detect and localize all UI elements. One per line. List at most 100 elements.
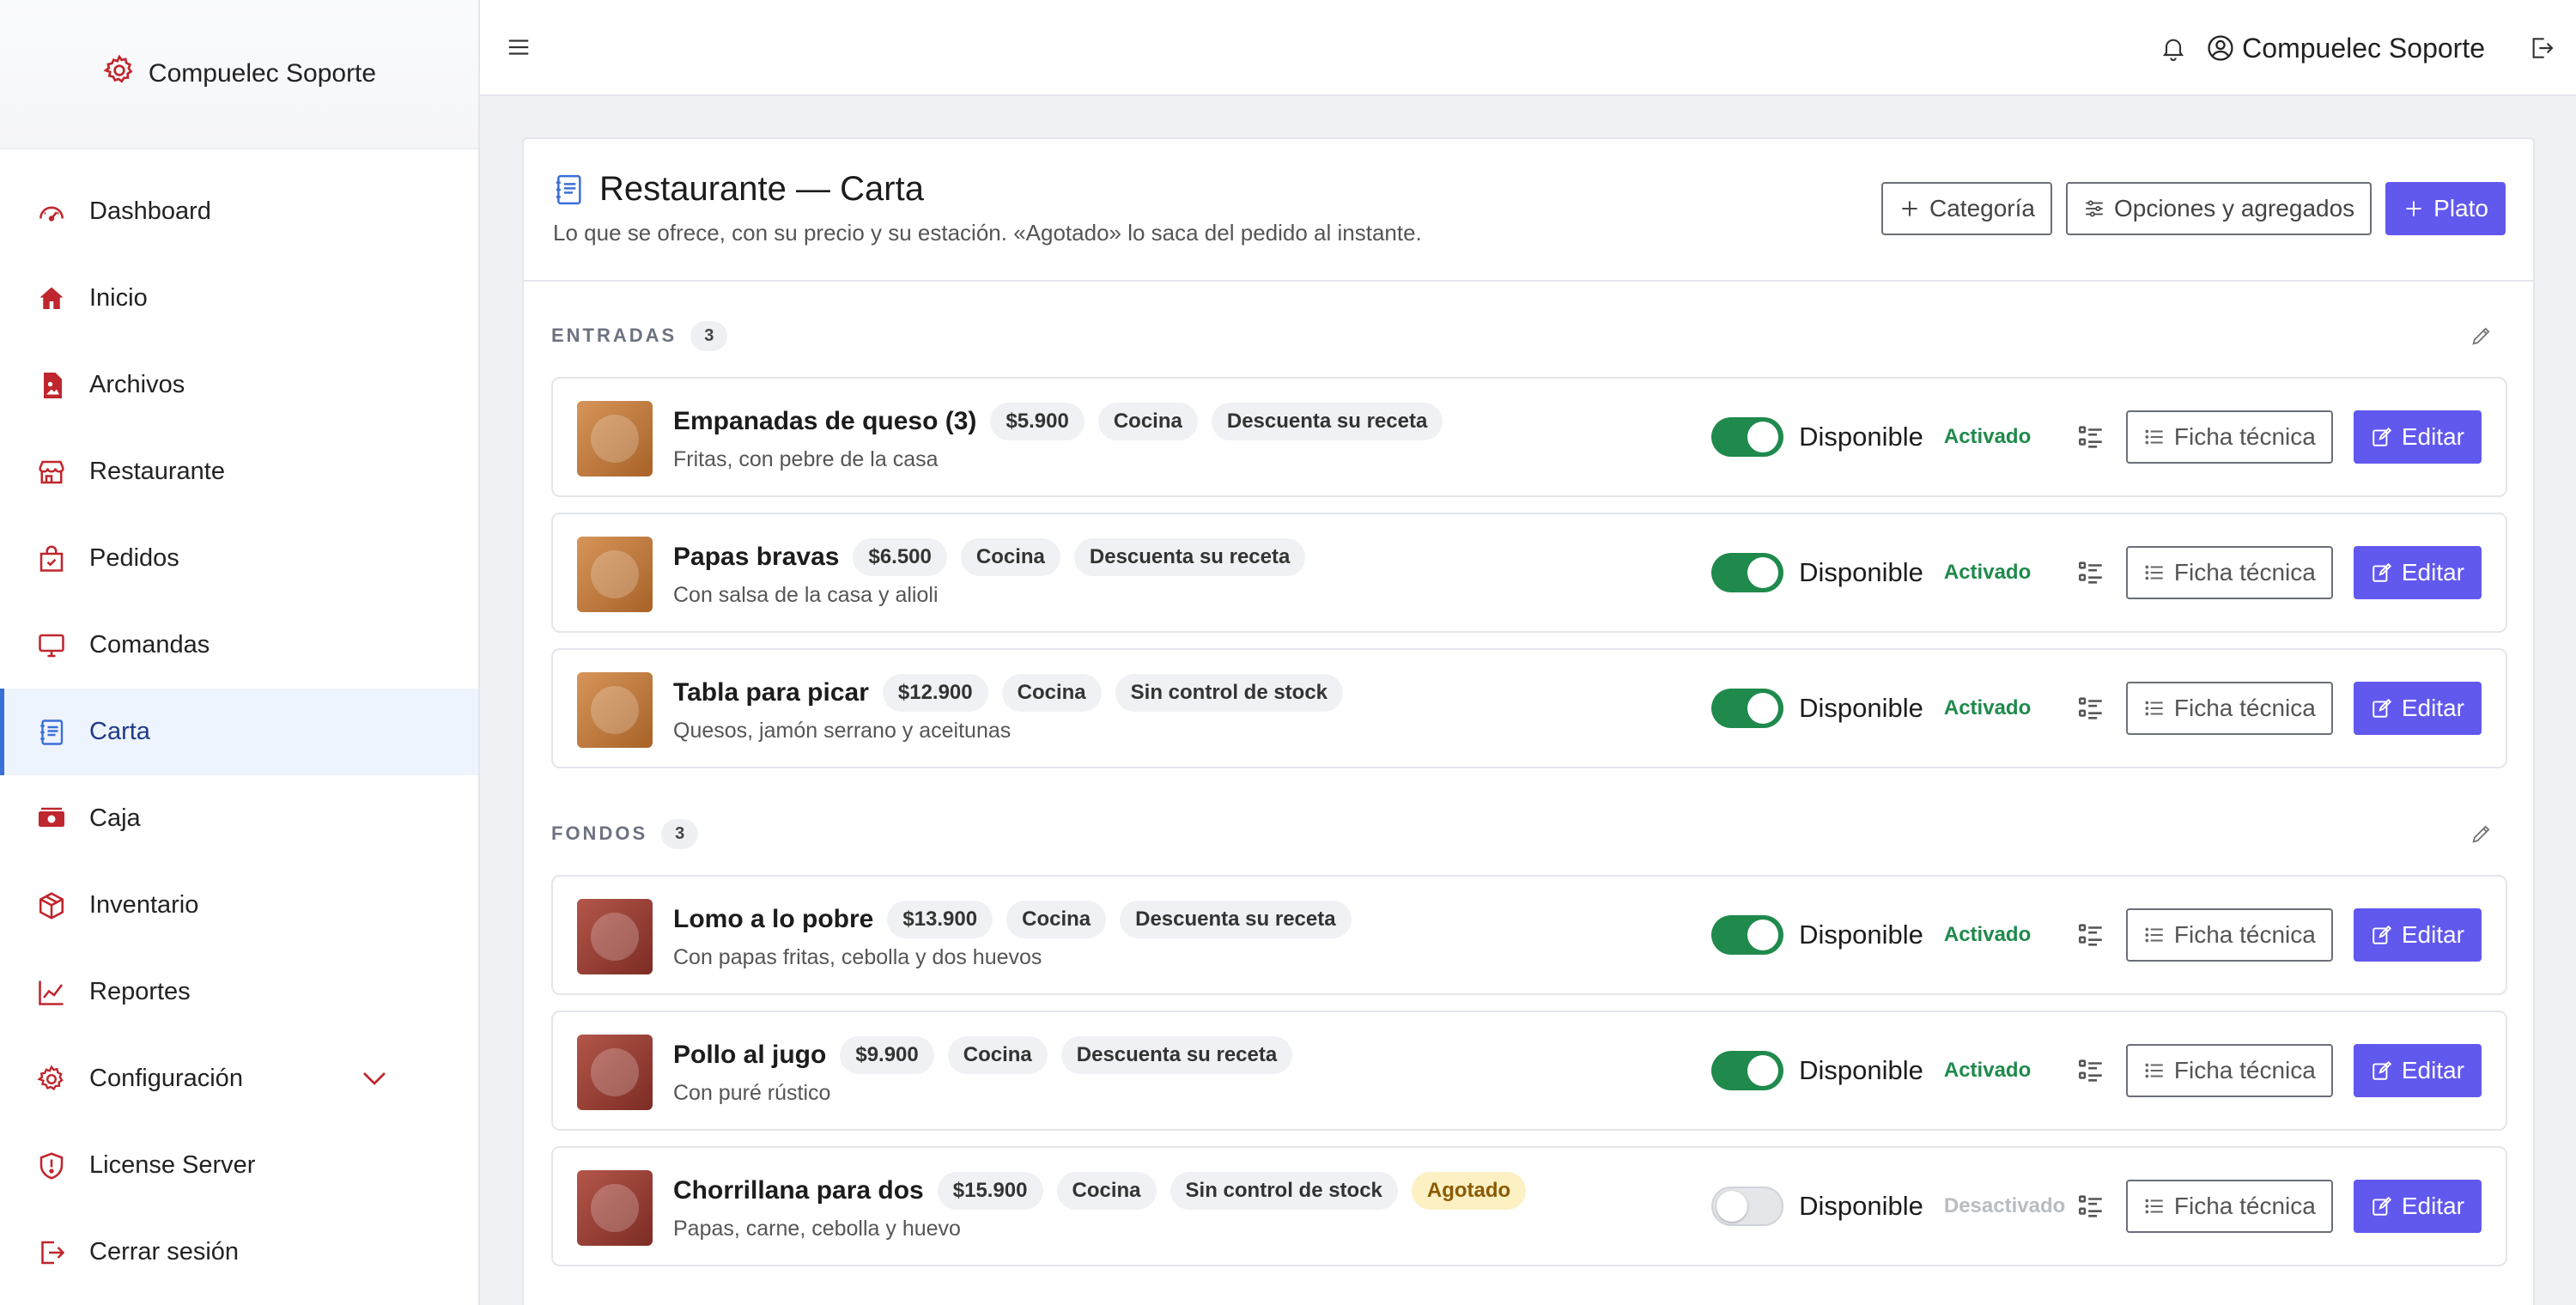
availability-toggle[interactable] bbox=[1711, 689, 1784, 728]
sidebar-item-comandas[interactable]: Comandas bbox=[0, 602, 478, 689]
edit-icon bbox=[2372, 1196, 2391, 1216]
sidebar-item-dashboard[interactable]: Dashboard bbox=[0, 168, 478, 255]
user-menu[interactable]: Compuelec Soporte bbox=[2206, 33, 2485, 64]
sidebar-item-restaurante[interactable]: Restaurante bbox=[0, 428, 478, 515]
house-icon bbox=[34, 282, 69, 316]
sidebar-item-archivos[interactable]: Archivos bbox=[0, 342, 478, 428]
options-addons-button[interactable]: Opciones y agregados bbox=[2065, 182, 2372, 235]
sidebar-item-caja[interactable]: Caja bbox=[0, 775, 478, 862]
dish-thumbnail bbox=[577, 401, 653, 476]
sidebar-item-configuracion[interactable]: Configuración bbox=[0, 1035, 478, 1122]
user-circle-icon bbox=[2208, 35, 2233, 61]
sidebar-item-pedidos[interactable]: Pedidos bbox=[0, 515, 478, 602]
tech-sheet-button[interactable]: Ficha técnica bbox=[2125, 546, 2333, 599]
status-text: Activado bbox=[1943, 425, 2032, 448]
edit-button[interactable]: Editar bbox=[2353, 1180, 2482, 1233]
availability-label: Disponible bbox=[1799, 693, 1923, 723]
sidebar-nav: Dashboard Inicio Archivos Restaurante Pe… bbox=[0, 168, 478, 1296]
section-count-badge: 3 bbox=[661, 818, 699, 849]
availability-toggle[interactable] bbox=[1711, 915, 1784, 955]
availability-label: Disponible bbox=[1799, 1191, 1923, 1221]
sidebar-item-carta[interactable]: Carta bbox=[0, 689, 478, 775]
dish-row: Empanadas de queso (3) $5.900 Cocina Des… bbox=[551, 377, 2507, 497]
edit-icon bbox=[2372, 1060, 2391, 1080]
stock-badge: Sin control de stock bbox=[1115, 674, 1344, 712]
price-badge: $15.900 bbox=[937, 1172, 1043, 1210]
tech-sheet-button[interactable]: Ficha técnica bbox=[2125, 1180, 2333, 1233]
station-badge: Cocina bbox=[1001, 674, 1102, 712]
chevron-down-icon[interactable] bbox=[359, 1063, 390, 1094]
brand[interactable]: Compuelec Soporte bbox=[0, 0, 478, 149]
pencil-icon[interactable] bbox=[2470, 324, 2494, 348]
add-category-button[interactable]: Categoría bbox=[1881, 182, 2052, 235]
status-text: Activado bbox=[1943, 923, 2032, 946]
dish-name: Pollo al jugo bbox=[673, 1041, 827, 1069]
availability-label: Disponible bbox=[1799, 557, 1923, 587]
dish-row: Chorrillana para dos $15.900 Cocina Sin … bbox=[551, 1146, 2507, 1266]
stock-badge: Descuenta su receta bbox=[1073, 538, 1306, 576]
sidebar-item-license-server[interactable]: License Server bbox=[0, 1122, 478, 1209]
edit-button[interactable]: Editar bbox=[2353, 1044, 2482, 1097]
logout-icon[interactable] bbox=[2526, 33, 2557, 64]
availability-toggle[interactable] bbox=[1711, 1187, 1784, 1226]
logout-icon bbox=[34, 1235, 69, 1270]
price-badge: $9.900 bbox=[840, 1036, 934, 1074]
sidebar-item-cerrar-sesion[interactable]: Cerrar sesión bbox=[0, 1209, 478, 1296]
image-file-icon bbox=[34, 368, 69, 403]
sidebar: Compuelec Soporte Dashboard Inicio Archi… bbox=[0, 0, 480, 1305]
add-dish-button[interactable]: Plato bbox=[2385, 182, 2506, 235]
box-icon bbox=[34, 889, 69, 923]
edit-icon bbox=[2372, 562, 2391, 582]
tech-sheet-button[interactable]: Ficha técnica bbox=[2125, 410, 2333, 464]
sidebar-item-label: Configuración bbox=[89, 1065, 243, 1092]
hamburger-menu-icon[interactable] bbox=[506, 34, 532, 60]
dish-thumbnail bbox=[577, 672, 653, 748]
dish-description: Con papas fritas, cebolla y dos huevos bbox=[673, 945, 1042, 969]
gear-icon bbox=[34, 1062, 69, 1096]
edit-button[interactable]: Editar bbox=[2353, 908, 2482, 962]
plus-icon bbox=[1902, 201, 1917, 216]
pencil-icon[interactable] bbox=[2470, 822, 2494, 846]
cash-icon bbox=[34, 802, 69, 836]
availability-toggle[interactable] bbox=[1711, 417, 1784, 457]
availability-toggle[interactable] bbox=[1711, 1051, 1784, 1090]
dish-description: Con puré rústico bbox=[673, 1081, 831, 1105]
checklist-icon[interactable] bbox=[2076, 422, 2105, 452]
shop-icon bbox=[34, 455, 69, 489]
dish-thumbnail bbox=[577, 1170, 653, 1246]
tech-sheet-button[interactable]: Ficha técnica bbox=[2125, 908, 2333, 962]
page-title: Restaurante — Carta bbox=[599, 170, 924, 208]
status-text: Desactivado bbox=[1943, 1194, 2066, 1217]
checklist-icon[interactable] bbox=[2076, 694, 2105, 723]
edit-button[interactable]: Editar bbox=[2353, 410, 2482, 464]
dish-row: Pollo al jugo $9.900 Cocina Descuenta su… bbox=[551, 1011, 2507, 1131]
station-badge: Cocina bbox=[1056, 1172, 1157, 1210]
edit-button[interactable]: Editar bbox=[2353, 682, 2482, 735]
tech-sheet-button[interactable]: Ficha técnica bbox=[2125, 1044, 2333, 1097]
user-name: Compuelec Soporte bbox=[2242, 32, 2485, 64]
price-badge: $6.500 bbox=[853, 538, 947, 576]
checklist-icon[interactable] bbox=[2076, 1192, 2105, 1221]
tech-sheet-button[interactable]: Ficha técnica bbox=[2125, 682, 2333, 735]
dish-name: Empanadas de queso (3) bbox=[673, 407, 977, 435]
sidebar-item-reportes[interactable]: Reportes bbox=[0, 949, 478, 1035]
price-badge: $5.900 bbox=[990, 403, 1084, 440]
checklist-icon[interactable] bbox=[2076, 1056, 2105, 1085]
sidebar-item-inventario[interactable]: Inventario bbox=[0, 862, 478, 949]
graph-icon bbox=[34, 975, 69, 1010]
checklist-icon[interactable] bbox=[2076, 920, 2105, 950]
bell-icon[interactable] bbox=[2158, 33, 2189, 64]
dish-description: Papas, carne, cebolla y huevo bbox=[673, 1217, 961, 1241]
availability-label: Disponible bbox=[1799, 920, 1923, 950]
brand-name: Compuelec Soporte bbox=[148, 59, 377, 88]
card-header: Restaurante — Carta Lo que se ofrece, co… bbox=[524, 139, 2533, 282]
availability-toggle[interactable] bbox=[1711, 553, 1784, 592]
sidebar-item-label: Dashboard bbox=[89, 197, 211, 225]
edit-button[interactable]: Editar bbox=[2353, 546, 2482, 599]
sidebar-item-inicio[interactable]: Inicio bbox=[0, 255, 478, 342]
dish-name: Lomo a lo pobre bbox=[673, 905, 874, 933]
section-fondos: FONDOS 3 Lomo a lo pobre $13.900 Cocina … bbox=[551, 808, 2507, 1266]
sold-out-badge: Agotado bbox=[1411, 1172, 1527, 1210]
station-badge: Cocina bbox=[1006, 901, 1107, 938]
checklist-icon[interactable] bbox=[2076, 558, 2105, 587]
